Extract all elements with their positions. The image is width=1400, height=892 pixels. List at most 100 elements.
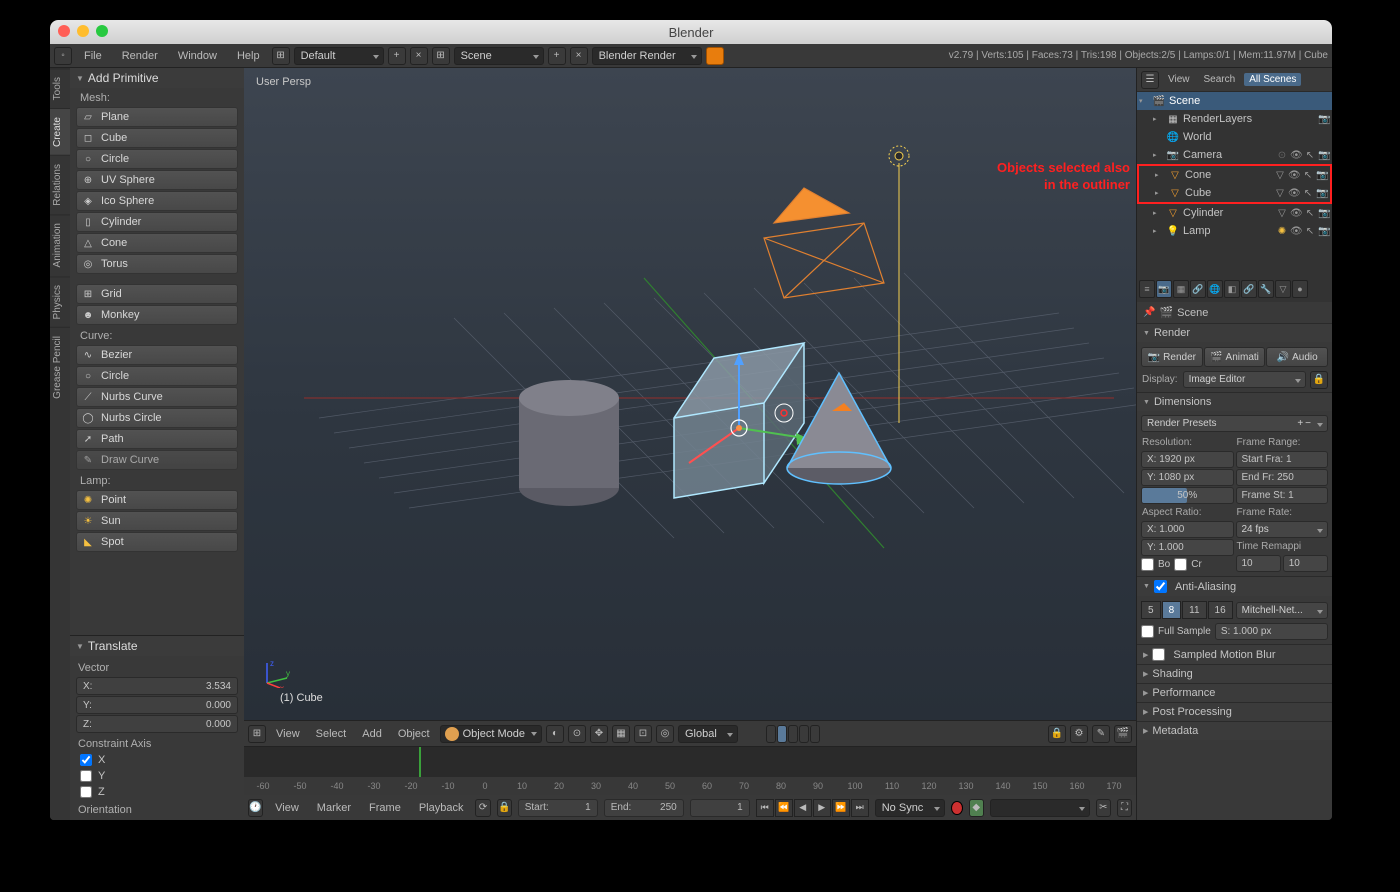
layer-slot[interactable] (810, 725, 820, 743)
play-button[interactable]: ▶ (813, 799, 831, 817)
layout-remove-button[interactable]: × (410, 47, 428, 65)
visibility-icon[interactable]: 👁 (1290, 150, 1302, 161)
aa-enable-checkbox[interactable] (1154, 580, 1167, 593)
render-engine-dropdown[interactable]: Blender Render (592, 47, 702, 65)
resolution-percent-field[interactable]: 50% (1141, 487, 1234, 504)
add-torus-button[interactable]: ◎Torus (76, 254, 238, 274)
renderable-icon[interactable]: 📷 (1318, 226, 1330, 237)
tab-physics[interactable]: Physics (50, 276, 70, 327)
renderable-icon[interactable]: 📷 (1318, 208, 1330, 219)
interaction-mode-dropdown[interactable]: Object Mode (440, 725, 542, 743)
mb-enable-checkbox[interactable] (1152, 648, 1165, 661)
close-window-button[interactable] (58, 25, 70, 37)
vp-menu-view[interactable]: View (270, 726, 306, 742)
tab-grease-pencil[interactable]: Grease Pencil (50, 327, 70, 407)
current-frame-field[interactable]: 1 (690, 799, 750, 817)
add-icosphere-button[interactable]: ◈Ico Sphere (76, 191, 238, 211)
layers-icon[interactable]: ▦ (612, 725, 630, 743)
frame-end-field[interactable]: End Fr: 250 (1236, 469, 1329, 486)
timeline-editor[interactable]: -60-50-40-30-20-100102030405060708090100… (244, 746, 1136, 794)
editor-type-tab[interactable]: ≡ (1139, 280, 1155, 298)
blender-icon[interactable]: ◦ (54, 47, 72, 65)
tab-create[interactable]: Create (50, 108, 70, 155)
pin-icon[interactable]: 📌 (1143, 307, 1155, 318)
aa-size-field[interactable]: S: 1.000 px (1215, 623, 1328, 640)
snap-icon[interactable]: ⊡ (634, 725, 652, 743)
renderlayers-tab[interactable]: ▦ (1173, 280, 1189, 298)
add-cone-button[interactable]: △Cone (76, 233, 238, 253)
shading-panel-header[interactable]: Shading (1137, 665, 1332, 683)
add-cube-button[interactable]: ◻Cube (76, 128, 238, 148)
3d-viewport[interactable]: User Persp Objects selected also in the … (244, 68, 1136, 720)
add-sun-lamp-button[interactable]: ☀Sun (76, 511, 238, 531)
gpencil-icon[interactable]: ✎ (1092, 725, 1110, 743)
render-presets-dropdown[interactable]: Render Presets+− (1141, 415, 1328, 432)
aspect-x-field[interactable]: X: 1.000 (1141, 521, 1234, 538)
motion-blur-panel-header[interactable]: Sampled Motion Blur (1137, 645, 1332, 664)
selectable-icon[interactable]: ↖ (1302, 188, 1314, 199)
add-plane-button[interactable]: ▱Plane (76, 107, 238, 127)
add-curve-circle-button[interactable]: ○Circle (76, 366, 238, 386)
fullscreen-icon[interactable]: ⛶ (1117, 799, 1132, 817)
aa-5-button[interactable]: 5 (1141, 601, 1161, 619)
manipulator-icon[interactable]: ✥ (590, 725, 608, 743)
outliner-camera-row[interactable]: ▸📷Camera⊙👁↖📷 (1137, 146, 1332, 164)
fps-dropdown[interactable]: 24 fps (1236, 521, 1329, 538)
keyframe-next-button[interactable]: ⏩ (832, 799, 850, 817)
aa-16-button[interactable]: 16 (1208, 601, 1233, 619)
add-nurbs-circle-button[interactable]: ◯Nurbs Circle (76, 408, 238, 428)
range-icon[interactable]: ⟳ (475, 799, 490, 817)
outliner-renderlayers-row[interactable]: ▸▦RenderLayers📷 (1137, 110, 1332, 128)
jump-end-button[interactable]: ⏭ (851, 799, 869, 817)
tab-animation[interactable]: Animation (50, 214, 70, 275)
clapperboard-icon[interactable]: 🎬 (1114, 725, 1132, 743)
remap-old-field[interactable]: 10 (1236, 555, 1281, 572)
translate-x-field[interactable]: X:3.534 (76, 677, 238, 695)
menu-window[interactable]: Window (170, 48, 225, 64)
visibility-icon[interactable]: 👁 (1288, 188, 1300, 199)
aa-filter-dropdown[interactable]: Mitchell-Net... (1236, 602, 1328, 619)
remap-new-field[interactable]: 10 (1283, 555, 1328, 572)
layer-slot[interactable] (766, 725, 776, 743)
aa-8-button[interactable]: 8 (1162, 601, 1182, 619)
scene-browse-icon[interactable]: ⊞ (432, 47, 450, 65)
timeline-playhead[interactable] (419, 747, 421, 777)
layout-grid-icon[interactable]: ⊞ (272, 47, 290, 65)
display-mode-dropdown[interactable]: Image Editor (1183, 371, 1306, 388)
scene-add-button[interactable]: + (548, 47, 566, 65)
layer-slot[interactable] (777, 725, 787, 743)
object-tab[interactable]: ◧ (1224, 280, 1240, 298)
pivot-icon[interactable]: ⊙ (568, 725, 586, 743)
add-circle-button[interactable]: ○Circle (76, 149, 238, 169)
material-tab[interactable]: ● (1292, 280, 1308, 298)
screen-layout-dropdown[interactable]: Default (294, 47, 384, 65)
selectable-icon[interactable]: ↖ (1304, 226, 1316, 237)
tl-menu-playback[interactable]: Playback (413, 800, 470, 816)
keying-set-dropdown[interactable] (990, 799, 1090, 817)
constraint-y-checkbox[interactable]: Y (70, 768, 244, 784)
full-sample-checkbox[interactable]: Full Sample (1141, 625, 1211, 638)
resolution-x-field[interactable]: X: 1920 px (1141, 451, 1234, 468)
auto-keyframe-button[interactable] (951, 801, 963, 815)
layer-slot[interactable] (799, 725, 809, 743)
outliner-view-tab[interactable]: View (1163, 73, 1195, 86)
add-spot-lamp-button[interactable]: ◣Spot (76, 532, 238, 552)
aa-11-button[interactable]: 11 (1182, 601, 1206, 619)
play-reverse-button[interactable]: ◀ (794, 799, 812, 817)
frame-start-field[interactable]: Start Fra: 1 (1236, 451, 1329, 468)
jump-start-button[interactable]: ⏮ (756, 799, 774, 817)
lock-range-icon[interactable]: 🔒 (497, 799, 512, 817)
modifiers-tab[interactable]: 🔧 (1258, 280, 1274, 298)
render-panel-header[interactable]: Render (1137, 324, 1332, 342)
crop-checkbox[interactable]: Cr (1174, 558, 1202, 571)
render-button[interactable]: 📷Render (1141, 347, 1203, 367)
proportional-icon[interactable]: ◎ (656, 725, 674, 743)
scene-breadcrumb-link[interactable]: Scene (1177, 307, 1208, 319)
add-uvsphere-button[interactable]: ⊕UV Sphere (76, 170, 238, 190)
lock-camera-icon[interactable]: 🔒 (1048, 725, 1066, 743)
tl-menu-frame[interactable]: Frame (363, 800, 407, 816)
visibility-icon[interactable]: 👁 (1290, 208, 1302, 219)
selectable-icon[interactable]: ↖ (1304, 208, 1316, 219)
menu-file[interactable]: File (76, 48, 110, 64)
frame-step-field[interactable]: Frame St: 1 (1236, 487, 1329, 504)
